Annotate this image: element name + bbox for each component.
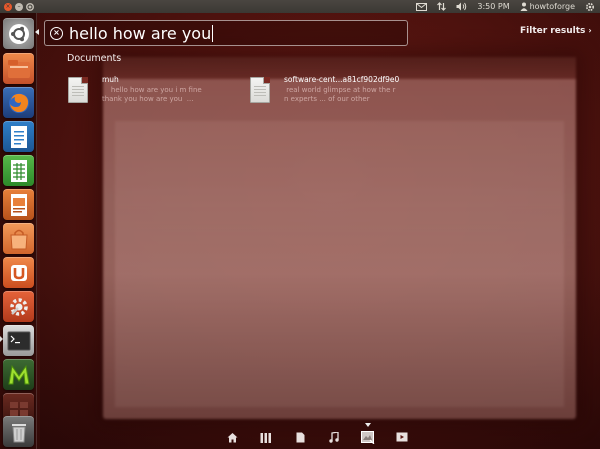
mail-icon[interactable] [411, 0, 432, 13]
launcher-writer[interactable] [3, 121, 34, 152]
result-item[interactable]: software-cent...a81cf902df9e0 real world… [250, 75, 399, 104]
music-lens-icon[interactable] [317, 428, 351, 446]
launcher-terminal[interactable] [3, 325, 34, 356]
search-query-text: hello how are you [69, 23, 214, 43]
clock[interactable]: 3:50 PM [472, 0, 514, 13]
launcher-trash[interactable] [3, 416, 34, 447]
trash-icon [11, 423, 26, 442]
launcher-ubuntu-one[interactable] [3, 257, 34, 288]
ubuntu-one-icon [10, 264, 27, 281]
m-app-icon [7, 364, 30, 384]
firefox-icon [8, 92, 29, 113]
launcher-home-folder[interactable] [3, 53, 34, 84]
system-tray: 3:50 PM howtoforge [411, 0, 600, 13]
filter-results-label: Filter results [520, 26, 586, 36]
user-name: howtoforge [529, 2, 575, 11]
volume-icon[interactable] [451, 0, 472, 13]
clear-search-icon[interactable]: × [50, 26, 63, 40]
launcher-software-center[interactable] [3, 223, 34, 254]
home-lens-icon[interactable] [215, 428, 249, 446]
network-icon[interactable] [432, 0, 451, 13]
launcher [0, 13, 37, 449]
libreoffice-calc-icon [10, 159, 27, 182]
search-input[interactable]: × hello how are you [44, 20, 408, 46]
launcher-app-m[interactable] [3, 359, 34, 390]
chevron-right-icon: › [588, 26, 592, 35]
files-lens-icon[interactable] [283, 428, 317, 446]
filter-results-button[interactable]: Filter results › [520, 26, 592, 36]
shopping-bag-icon [9, 229, 28, 249]
close-window-button[interactable]: × [4, 2, 12, 11]
user-icon [520, 2, 528, 11]
launcher-impress[interactable] [3, 189, 34, 220]
result-snippet: hello how are you i m fine thank you how… [102, 86, 202, 103]
workspace-icon [9, 401, 28, 416]
result-title: software-cent...a81cf902df9e0 [284, 75, 400, 84]
maximize-window-button[interactable] [26, 2, 34, 11]
lens-bar [215, 423, 419, 446]
result-snippet: real world glimpse at how the r n expert… [284, 86, 396, 103]
libreoffice-writer-icon [10, 125, 27, 148]
running-indicator [0, 336, 3, 342]
photos-lens-icon[interactable] [351, 423, 385, 446]
ubuntu-logo-icon [8, 23, 29, 44]
gear-icon[interactable] [580, 0, 600, 13]
document-icon [250, 77, 270, 103]
launcher-firefox[interactable] [3, 87, 34, 118]
video-lens-icon[interactable] [385, 428, 419, 446]
applications-lens-icon[interactable] [249, 428, 283, 446]
settings-icon [9, 297, 28, 316]
launcher-dash-home[interactable] [3, 18, 34, 49]
result-title: muh [102, 75, 119, 84]
document-icon [68, 77, 88, 103]
terminal-icon [7, 331, 30, 350]
text-caret [212, 24, 214, 42]
active-lens-indicator [365, 423, 371, 427]
top-panel: × – 3:50 PM howtoforge [0, 0, 600, 13]
libreoffice-impress-icon [10, 193, 27, 216]
user-menu[interactable]: howtoforge [515, 0, 580, 13]
folder-icon [7, 59, 30, 78]
launcher-calc[interactable] [3, 155, 34, 186]
result-item[interactable]: muh hello how are you i m fine thank you… [68, 75, 202, 104]
dash-pointer [35, 29, 39, 35]
minimize-window-button[interactable]: – [15, 2, 23, 11]
launcher-system-settings[interactable] [3, 291, 34, 322]
section-title-documents: Documents [67, 53, 122, 64]
